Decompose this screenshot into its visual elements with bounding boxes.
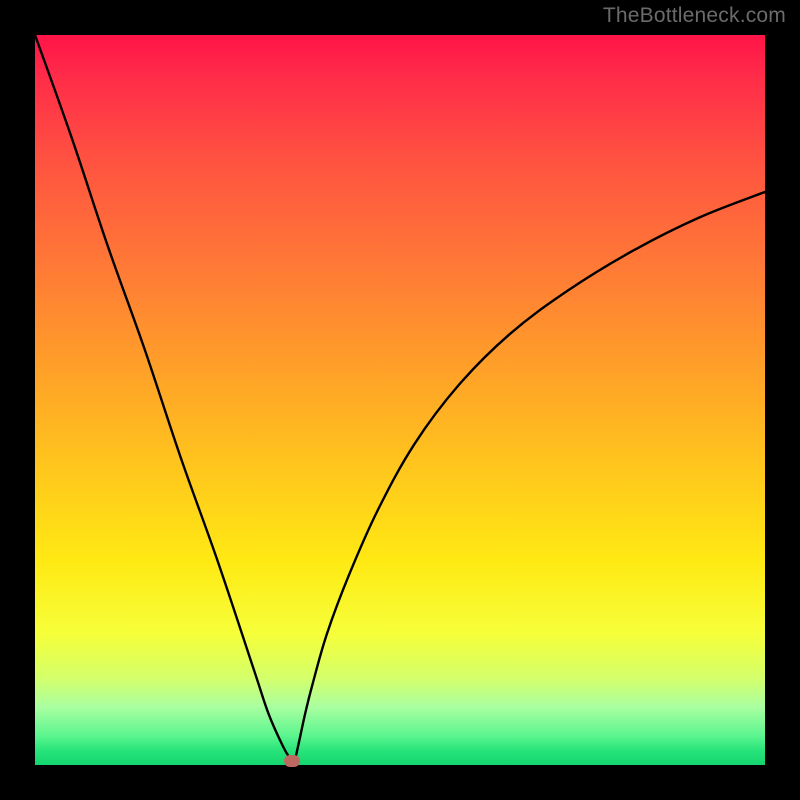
chart-frame: TheBottleneck.com: [0, 0, 800, 800]
optimal-point-marker: [284, 755, 300, 767]
gradient-background: [35, 35, 765, 765]
watermark-text: TheBottleneck.com: [603, 4, 786, 28]
plot-area: [35, 35, 765, 765]
